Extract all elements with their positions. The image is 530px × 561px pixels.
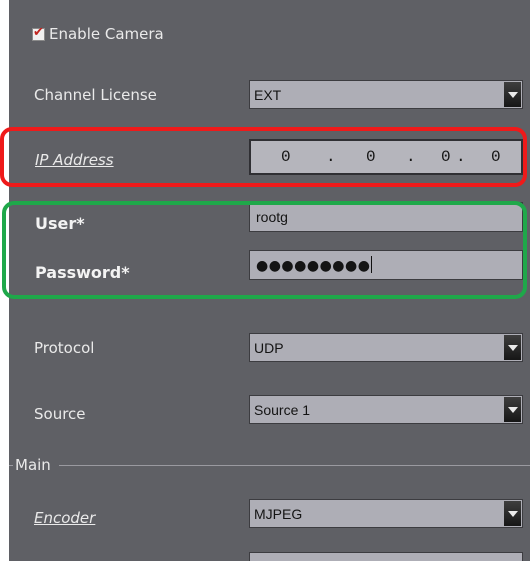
group-divider xyxy=(9,465,13,466)
next-dropdown-partial[interactable] xyxy=(249,552,523,561)
channel-license-value: EXT xyxy=(254,87,282,103)
channel-license-label: Channel License xyxy=(34,86,157,104)
protocol-dropdown[interactable]: UDP xyxy=(249,333,523,362)
chevron-down-icon[interactable] xyxy=(504,501,521,526)
encoder-label[interactable]: Encoder xyxy=(34,509,95,527)
enable-camera-checkbox[interactable]: ✔ xyxy=(32,25,45,41)
source-value: Source 1 xyxy=(254,402,311,418)
main-group-title: Main xyxy=(15,456,51,474)
encoder-dropdown[interactable]: MJPEG xyxy=(249,499,523,528)
protocol-label: Protocol xyxy=(34,339,95,357)
chevron-down-icon[interactable] xyxy=(504,82,521,107)
group-divider xyxy=(59,465,530,466)
checkmark-icon: ✔ xyxy=(33,25,44,40)
channel-license-dropdown[interactable]: EXT xyxy=(249,80,523,109)
enable-camera-label[interactable]: Enable Camera xyxy=(49,25,164,43)
source-dropdown[interactable]: Source 1 xyxy=(249,395,523,424)
chevron-down-icon[interactable] xyxy=(504,335,521,360)
chevron-down-icon[interactable] xyxy=(504,397,521,422)
credentials-highlight-box xyxy=(2,201,527,299)
encoder-value: MJPEG xyxy=(254,506,303,522)
source-label: Source xyxy=(34,405,86,423)
protocol-value: UDP xyxy=(254,340,284,356)
ip-address-highlight-box xyxy=(0,127,527,187)
